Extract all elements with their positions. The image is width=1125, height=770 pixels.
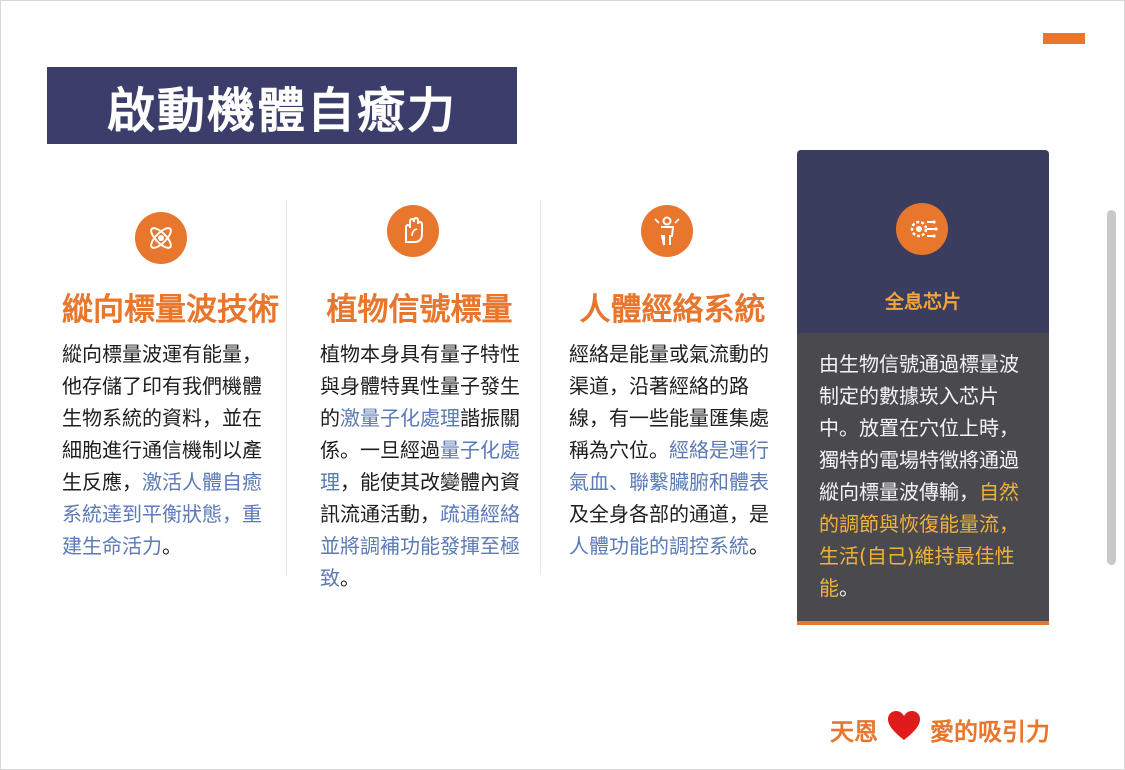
body-text: 。 (839, 576, 859, 600)
body-text: 及全身各部的通道，是 (569, 502, 769, 526)
page-title: 啟動機體自癒力 (47, 67, 517, 144)
atom-icon (135, 212, 187, 264)
brand-left-text: 天恩 (830, 717, 878, 746)
column-divider (286, 200, 287, 575)
column-body: 縱向標量波運有能量，他存儲了印有我們機體生物系統的資料，並在細胞進行通信機制以產… (62, 338, 272, 562)
column-body: 植物本身具有量子特性與身體特異性量子發生的激量子化處理諧振關係。一旦經過量子化處… (320, 338, 530, 594)
body-highlight: 激量子化處理 (340, 406, 460, 430)
body-text: 。 (162, 534, 182, 558)
chip-gear-icon (896, 203, 948, 255)
heart-icon (886, 710, 922, 748)
human-body-icon (641, 205, 693, 257)
card-underline (797, 621, 1049, 625)
scrollbar[interactable] (1107, 210, 1116, 565)
column-body: 經絡是能量或氣流動的渠道，沿著經絡的路線，有一些能量匯集處稱為穴位。經絡是運行氣… (569, 338, 779, 562)
hand-plant-icon (387, 205, 439, 257)
column-heading: 縱向標量波技術 (62, 292, 279, 328)
card-heading: 全息芯片 (884, 291, 961, 313)
body-text: 。 (749, 534, 769, 558)
brand-signature: 天恩 愛的吸引力 (830, 710, 1050, 748)
column-heading: 植物信號標量 (326, 292, 513, 328)
card-body: 由生物信號通過標量波制定的數據崁入芯片中。放置在穴位上時，獨特的電場特徵將通過縱… (819, 348, 1034, 604)
body-text: 。 (340, 566, 360, 590)
brand-right-text: 愛的吸引力 (930, 717, 1050, 746)
body-highlight: 人體功能的調控系統 (569, 534, 749, 558)
column-divider (540, 200, 541, 575)
column-heading: 人體經絡系統 (579, 292, 766, 328)
accent-bar (1043, 33, 1085, 44)
hologram-chip-card: 全息芯片 由生物信號通過標量波制定的數據崁入芯片中。放置在穴位上時，獨特的電場特… (797, 150, 1049, 625)
